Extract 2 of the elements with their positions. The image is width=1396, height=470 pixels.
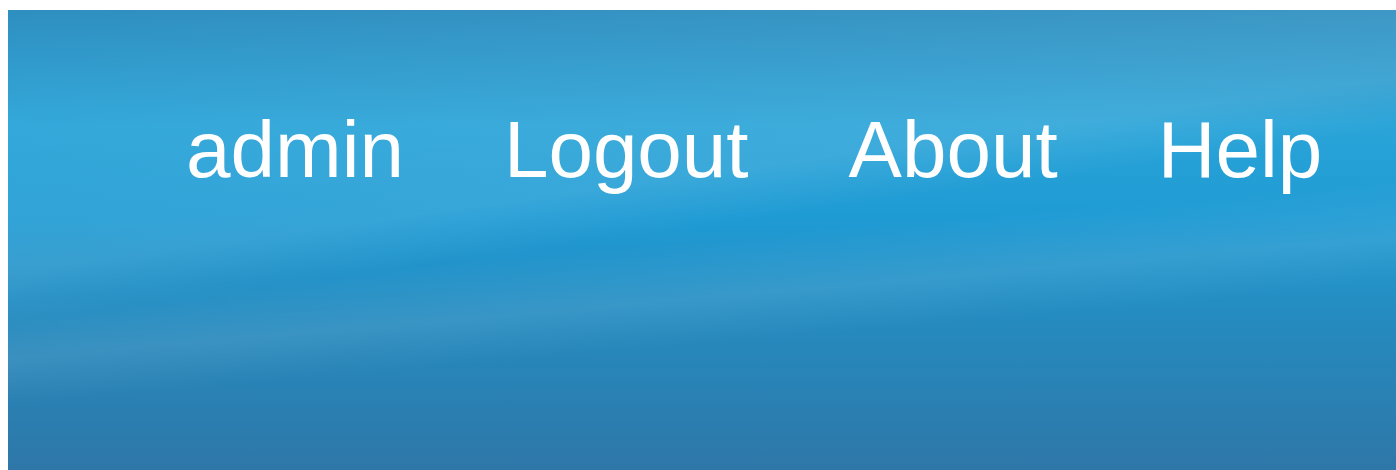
user-name: admin <box>186 110 404 190</box>
nav-link[interactable]: About <box>848 110 1058 190</box>
